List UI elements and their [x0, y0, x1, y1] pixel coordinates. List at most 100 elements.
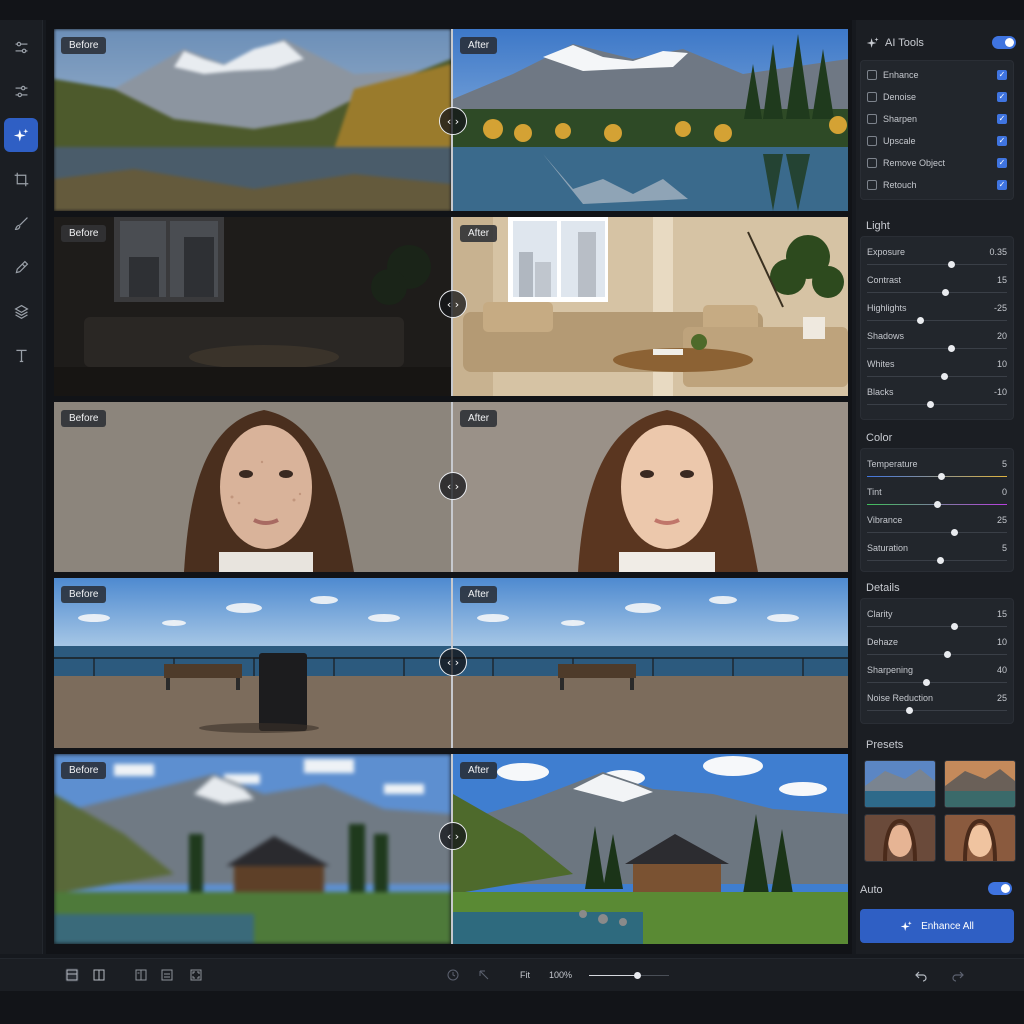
undo-button[interactable]	[914, 968, 928, 982]
auto-toggle[interactable]	[988, 882, 1012, 895]
ai-tool-enhance[interactable]: Enhance ✓	[867, 67, 1007, 83]
sliders-tool-button[interactable]	[4, 74, 38, 108]
slider-knob[interactable]	[943, 651, 951, 658]
preset-thumbnail[interactable]	[864, 814, 936, 862]
color-title: Color	[866, 432, 893, 444]
layout-split-button[interactable]	[92, 968, 106, 982]
slider-label: Temperature	[867, 459, 918, 469]
temperature-slider[interactable]: Temperature 5	[867, 459, 1007, 485]
slider-track[interactable]	[867, 476, 1007, 477]
noise-reduction-slider[interactable]: Noise Reduction 25	[867, 693, 1007, 719]
slider-knob[interactable]	[917, 317, 925, 324]
checkbox[interactable]: ✓	[997, 114, 1007, 124]
checkbox[interactable]: ✓	[997, 136, 1007, 146]
zoom-slider-track[interactable]	[589, 972, 669, 979]
blacks-slider[interactable]: Blacks -10	[867, 387, 1007, 413]
checkbox[interactable]: ✓	[997, 92, 1007, 102]
compare-handle[interactable]: ‹ ›	[439, 648, 467, 676]
slider-label: Clarity	[867, 609, 893, 619]
whites-slider[interactable]: Whites 10	[867, 359, 1007, 385]
clarity-slider[interactable]: Clarity 15	[867, 609, 1007, 635]
adjustments-icon	[15, 41, 27, 53]
slider-knob[interactable]	[942, 289, 950, 296]
slider-knob[interactable]	[950, 529, 958, 536]
enhance-all-button[interactable]: Enhance All	[860, 909, 1014, 943]
slider-value: 10	[996, 359, 1007, 369]
tint-slider[interactable]: Tint 0	[867, 487, 1007, 513]
slider-track[interactable]	[867, 682, 1007, 683]
slider-track[interactable]	[867, 376, 1007, 377]
checkbox[interactable]: ✓	[997, 158, 1007, 168]
slider-label: Noise Reduction	[867, 693, 934, 703]
compare-handle[interactable]: ‹ ›	[439, 822, 467, 850]
slider-track[interactable]	[867, 264, 1007, 265]
ai-tool-denoise[interactable]: Denoise ✓	[867, 89, 1007, 105]
saturation-slider[interactable]: Saturation 5	[867, 543, 1007, 569]
slider-knob[interactable]	[948, 261, 955, 268]
slider-knob[interactable]	[927, 401, 934, 408]
ai-tool-remove-object[interactable]: Remove Object ✓	[867, 155, 1007, 171]
slider-knob[interactable]	[948, 345, 955, 352]
preset-thumbnail[interactable]	[944, 814, 1016, 862]
slider-knob[interactable]	[922, 679, 930, 686]
fit-label[interactable]: Fit	[520, 970, 530, 980]
crop-icon	[14, 172, 28, 186]
checkbox[interactable]: ✓	[997, 180, 1007, 190]
slider-track[interactable]	[867, 348, 1007, 349]
slider-track[interactable]	[867, 404, 1007, 405]
side-by-side-button[interactable]	[134, 968, 148, 982]
brush-tool-button[interactable]	[4, 206, 38, 240]
layers-tool-button[interactable]	[4, 294, 38, 328]
slider-knob[interactable]	[950, 623, 958, 630]
slider-knob[interactable]	[941, 373, 948, 380]
redo-button[interactable]	[951, 968, 965, 982]
side-by-side-icon	[135, 969, 147, 981]
ai-sparkle-icon	[900, 920, 912, 931]
preset-thumbnail[interactable]	[944, 760, 1016, 808]
slider-track[interactable]	[867, 654, 1007, 655]
zoom-slider-fill	[589, 975, 637, 976]
compare-handle[interactable]: ‹ ›	[439, 290, 467, 318]
exposure-slider[interactable]: Exposure 0.35	[867, 247, 1007, 273]
history-button[interactable]	[446, 968, 460, 982]
layout-single-button[interactable]	[65, 968, 79, 982]
eyedropper-tool-button[interactable]	[4, 250, 38, 284]
sharpening-slider[interactable]: Sharpening 40	[867, 665, 1007, 691]
ai-tool-upscale[interactable]: Upscale ✓	[867, 133, 1007, 149]
brush-icon	[14, 216, 28, 230]
ai-tool-sharpen[interactable]: Sharpen ✓	[867, 111, 1007, 127]
crop-tool-button[interactable]	[4, 162, 38, 196]
ai-tool-retouch[interactable]: Retouch ✓	[867, 177, 1007, 193]
compare-handle[interactable]: ‹ ›	[439, 472, 467, 500]
adjustments-tool-button[interactable]	[4, 30, 38, 64]
compare-handle[interactable]: ‹ ›	[439, 107, 467, 135]
contrast-slider[interactable]: Contrast 15	[867, 275, 1007, 301]
slider-track[interactable]	[867, 320, 1007, 321]
slider-track[interactable]	[867, 532, 1007, 533]
slider-track[interactable]	[867, 626, 1007, 627]
zoom-slider-knob[interactable]	[634, 972, 641, 979]
fullscreen-button[interactable]	[189, 968, 203, 982]
slider-knob[interactable]	[938, 473, 946, 480]
slider-knob[interactable]	[936, 557, 944, 564]
after-image	[453, 402, 848, 572]
shadows-slider[interactable]: Shadows 20	[867, 331, 1007, 357]
slider-label: Highlights	[867, 303, 907, 313]
enhance-all-label: Enhance All	[921, 920, 974, 932]
slider-knob[interactable]	[934, 501, 941, 508]
slider-knob[interactable]	[906, 707, 913, 714]
stacked-view-button[interactable]	[160, 968, 174, 982]
preset-thumbnail[interactable]	[864, 760, 936, 808]
checkbox[interactable]: ✓	[997, 70, 1007, 80]
vibrance-slider[interactable]: Vibrance 25	[867, 515, 1007, 541]
select-tool-button[interactable]	[477, 968, 491, 982]
comparison-row-cabin-landscape: ‹ › Before After	[54, 754, 848, 944]
ai-tool-button[interactable]	[4, 118, 38, 152]
highlights-slider[interactable]: Highlights -25	[867, 303, 1007, 329]
text-tool-button[interactable]	[4, 338, 38, 372]
slider-track[interactable]	[867, 292, 1007, 293]
ai-tools-toggle[interactable]	[992, 36, 1016, 49]
slider-track[interactable]	[867, 710, 1007, 711]
dehaze-slider[interactable]: Dehaze 10	[867, 637, 1007, 663]
slider-value: 0	[1001, 487, 1007, 497]
